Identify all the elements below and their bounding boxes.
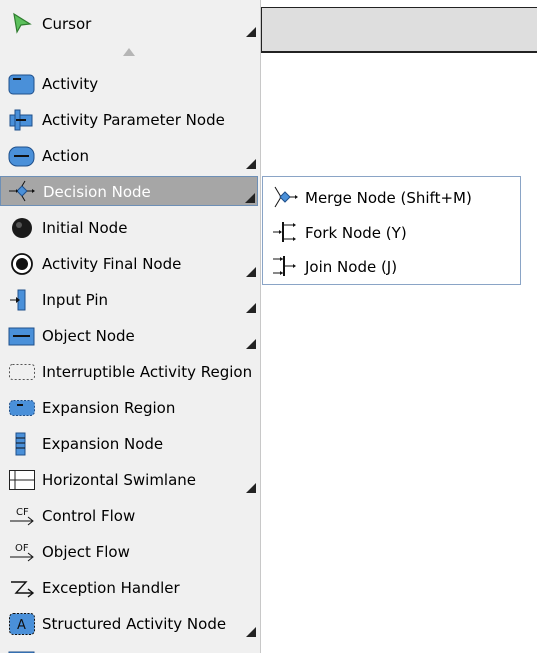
palette-item-label: Structured Activity Node	[42, 615, 227, 633]
palette-item-label: Cursor	[42, 15, 92, 33]
palette-item-label: Input Pin	[42, 291, 108, 309]
palette-item-label: Initial Node	[42, 219, 128, 237]
palette-item-label: Horizontal Swimlane	[42, 471, 197, 489]
merge-node-icon	[271, 185, 299, 209]
palette-item-decision-node[interactable]: Decision Node	[0, 176, 258, 206]
join-node-icon	[271, 254, 299, 278]
palette-item-exception-handler[interactable]: Exception Handler	[0, 573, 258, 603]
expand-triangle-icon[interactable]	[245, 193, 255, 203]
cursor-arrow-icon	[8, 12, 36, 36]
palette-item-label: Interruptible Activity Region	[42, 363, 253, 381]
palette-item-cursor[interactable]: Cursor	[0, 9, 258, 39]
palette-item-activity-final-node[interactable]: Activity Final Node	[0, 249, 258, 279]
palette-item-partial[interactable]	[0, 645, 258, 653]
palette-item-label: Decision Node	[43, 183, 151, 201]
palette-item-initial-node[interactable]: Initial Node	[0, 213, 258, 243]
diagram-canvas-header	[261, 7, 537, 53]
flyout-item-label: Join Node (J)	[305, 258, 398, 276]
palette-item-label: Action	[42, 147, 89, 165]
flyout-item-label: Fork Node (Y)	[305, 224, 407, 242]
diagram-palette: Cursor Activity Activity Parameter Node …	[0, 0, 261, 653]
palette-item-label: Object Node	[42, 327, 135, 345]
scroll-up-arrow-icon[interactable]	[121, 46, 137, 58]
palette-item-activity-parameter-node[interactable]: Activity Parameter Node	[0, 105, 258, 135]
palette-item-object-node[interactable]: Object Node	[0, 321, 258, 351]
palette-item-interruptible-activity-region[interactable]: Interruptible Activity Region	[0, 357, 258, 387]
expansion-region-icon	[8, 396, 36, 420]
expand-triangle-icon[interactable]	[246, 303, 256, 313]
activity-final-node-icon	[8, 252, 36, 276]
object-node-icon	[8, 324, 36, 348]
palette-item-activity[interactable]: Activity	[0, 69, 258, 99]
fork-node-icon	[271, 220, 299, 244]
expand-triangle-icon[interactable]	[246, 159, 256, 169]
palette-item-structured-activity-node[interactable]: A Structured Activity Node	[0, 609, 258, 639]
expand-triangle-icon[interactable]	[246, 27, 256, 37]
decision-node-flyout-menu: Merge Node (Shift+M) Fork Node (Y) Join …	[262, 176, 521, 285]
input-pin-icon	[8, 288, 36, 312]
palette-item-action[interactable]: Action	[0, 141, 258, 171]
palette-item-horizontal-swimlane[interactable]: Horizontal Swimlane	[0, 465, 258, 495]
palette-item-label: Expansion Region	[42, 399, 176, 417]
flyout-item-fork-node[interactable]: Fork Node (Y)	[263, 215, 520, 247]
expand-triangle-icon[interactable]	[246, 627, 256, 637]
icon-text: CF	[16, 507, 29, 518]
palette-item-label: Activity Parameter Node	[42, 111, 225, 129]
palette-item-control-flow[interactable]: CF Control Flow	[0, 501, 258, 531]
flyout-item-merge-node[interactable]: Merge Node (Shift+M)	[263, 180, 520, 212]
expand-triangle-icon[interactable]	[246, 483, 256, 493]
palette-item-label: Expansion Node	[42, 435, 164, 453]
object-flow-icon: OF	[8, 540, 36, 564]
icon-text: A	[17, 618, 26, 633]
expansion-node-icon	[8, 432, 36, 456]
palette-item-expansion-node[interactable]: Expansion Node	[0, 429, 258, 459]
exception-handler-icon	[8, 576, 36, 600]
control-flow-icon: CF	[8, 504, 36, 528]
initial-node-icon	[8, 216, 36, 240]
palette-item-label: Activity	[42, 75, 99, 93]
expand-triangle-icon[interactable]	[246, 267, 256, 277]
icon-text: OF	[15, 543, 29, 554]
flyout-item-join-node[interactable]: Join Node (J)	[263, 249, 520, 281]
palette-item-label: Object Flow	[42, 543, 130, 561]
expand-triangle-icon[interactable]	[246, 339, 256, 349]
decision-node-icon	[8, 179, 36, 203]
interruptible-region-icon	[8, 360, 36, 384]
palette-item-input-pin[interactable]: Input Pin	[0, 285, 258, 315]
partial-item-icon	[8, 648, 36, 653]
palette-item-label: Activity Final Node	[42, 255, 182, 273]
horizontal-swimlane-icon	[8, 468, 36, 492]
palette-item-label: Control Flow	[42, 507, 136, 525]
flyout-item-label: Merge Node (Shift+M)	[305, 189, 472, 207]
activity-icon	[8, 72, 36, 96]
structured-activity-node-icon: A	[8, 612, 36, 636]
palette-item-object-flow[interactable]: OF Object Flow	[0, 537, 258, 567]
action-icon	[8, 144, 36, 168]
palette-item-expansion-region[interactable]: Expansion Region	[0, 393, 258, 423]
activity-parameter-node-icon	[8, 108, 36, 132]
palette-item-label: Exception Handler	[42, 579, 180, 597]
